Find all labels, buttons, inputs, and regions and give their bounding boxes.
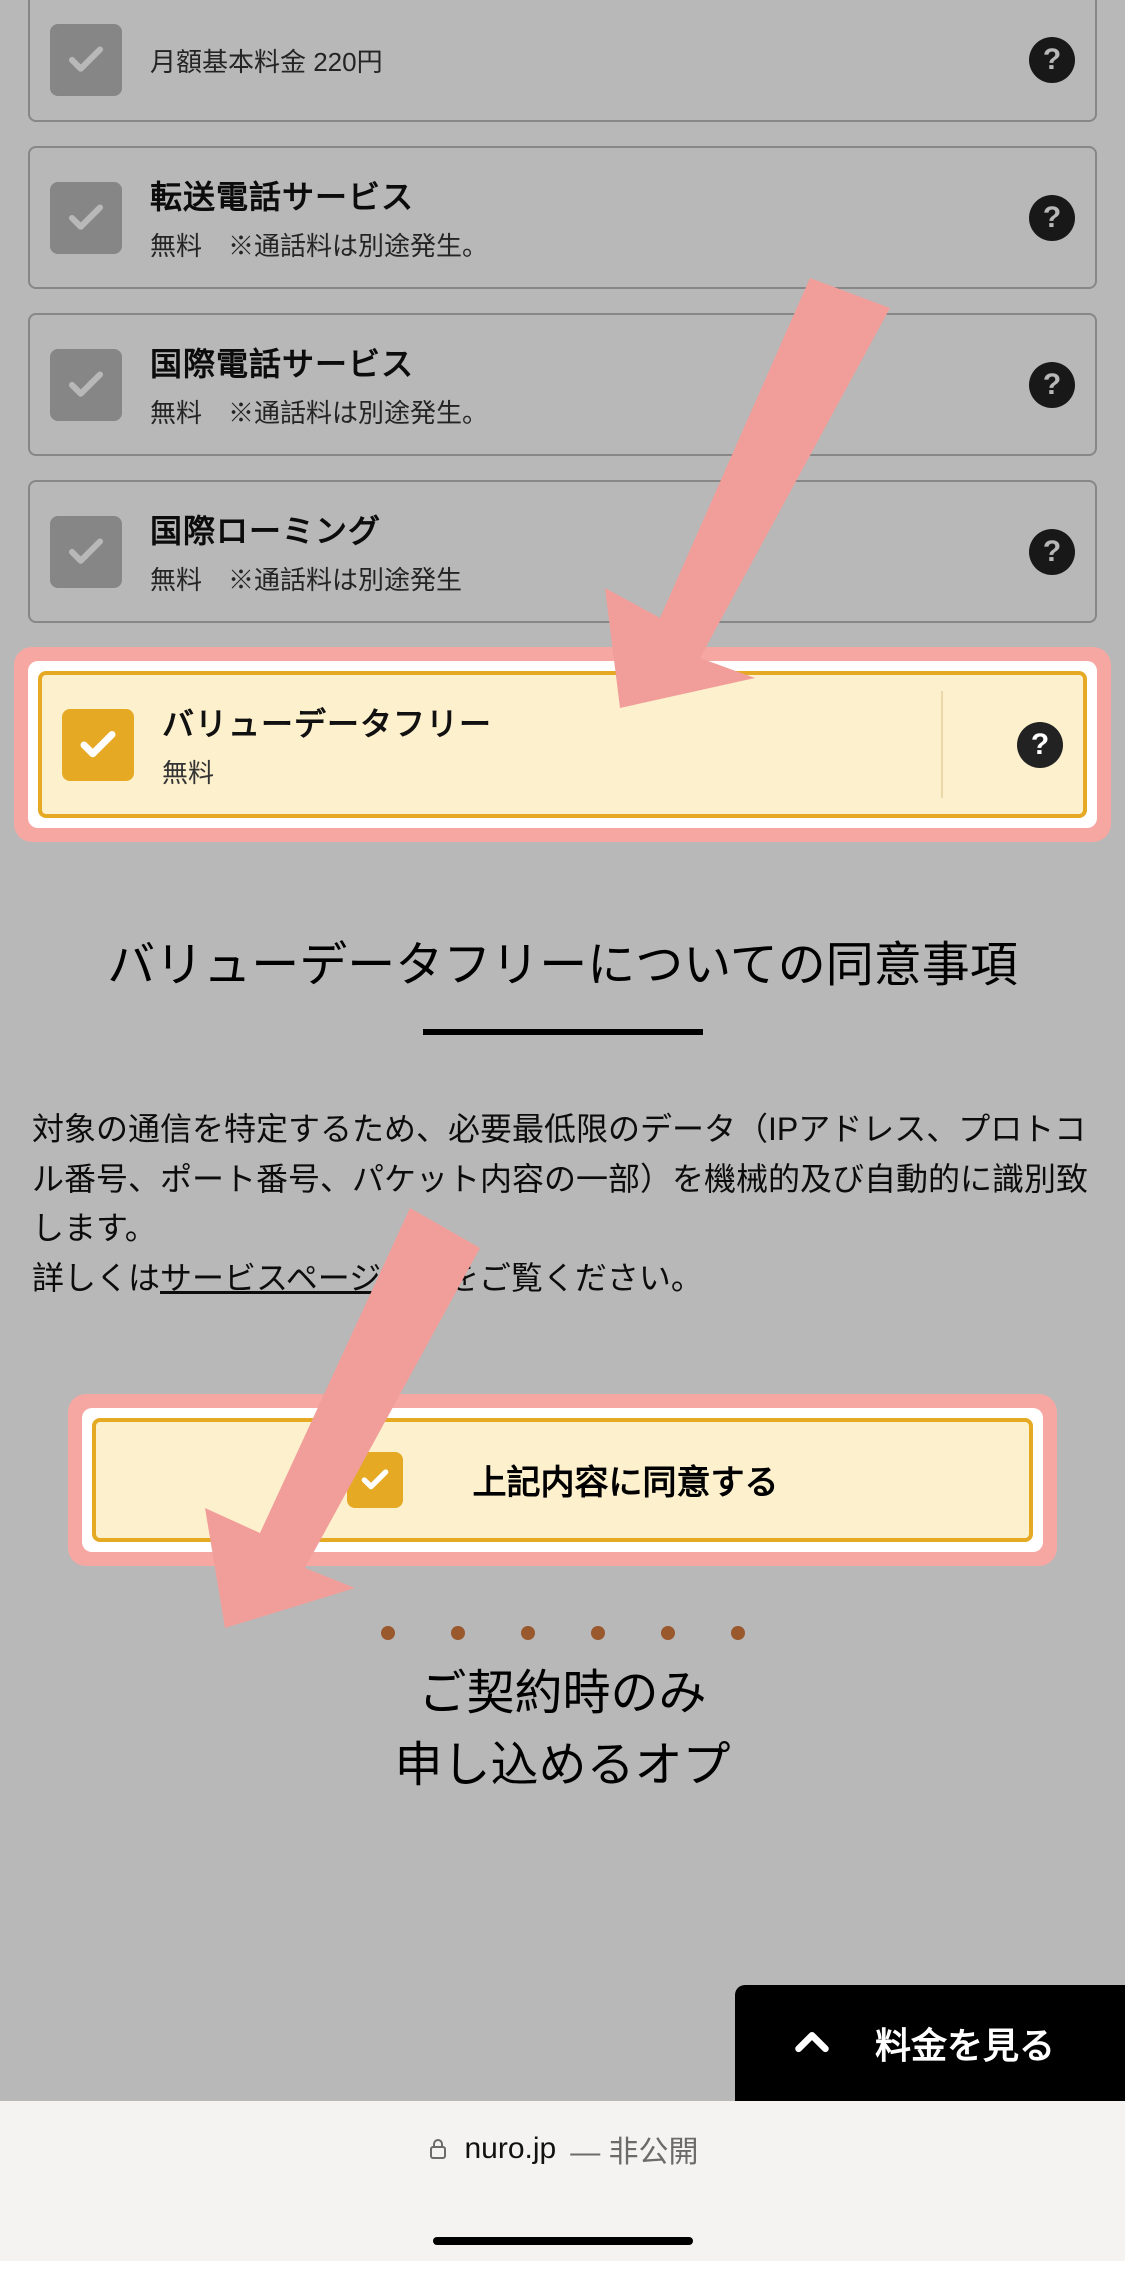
decorative-dots — [28, 1626, 1097, 1640]
checkbox-icon[interactable] — [62, 709, 134, 781]
agree-button-label: 上記内容に同意する — [473, 1455, 779, 1504]
chevron-up-icon — [789, 2020, 835, 2066]
checkbox-icon[interactable] — [50, 182, 122, 254]
agreement-heading: バリューデータフリーについての同意事項 — [48, 932, 1077, 999]
option-subtitle: 無料 — [162, 753, 997, 790]
browser-status: — 非公開 — [570, 2127, 698, 2171]
option-card[interactable]: 月額基本料金 220円 ? — [28, 0, 1097, 122]
checkbox-icon[interactable] — [50, 516, 122, 588]
option-title: 転送電話サービス — [150, 172, 1009, 218]
browser-address-bar[interactable]: nuro.jp — 非公開 — [0, 2101, 1125, 2261]
lock-icon — [426, 2137, 450, 2161]
help-icon[interactable]: ? — [1029, 529, 1075, 575]
checkbox-icon[interactable] — [50, 24, 122, 96]
option-subtitle: 無料 ※通話料は別途発生。 — [150, 226, 1009, 263]
help-icon[interactable]: ? — [1017, 722, 1063, 768]
option-subtitle: 月額基本料金 220円 — [150, 42, 1009, 79]
checkbox-icon[interactable] — [50, 349, 122, 421]
option-card[interactable]: 転送電話サービス 無料 ※通話料は別途発生。 ? — [28, 146, 1097, 289]
annotation-arrow-icon — [200, 1208, 480, 1628]
view-price-button[interactable]: 料金を見る — [735, 1985, 1125, 2101]
help-icon[interactable]: ? — [1029, 37, 1075, 83]
view-price-label: 料金を見る — [875, 2017, 1055, 2069]
help-icon[interactable]: ? — [1029, 362, 1075, 408]
annotation-arrow-icon — [560, 278, 890, 708]
browser-domain: nuro.jp — [464, 2132, 556, 2166]
home-indicator — [433, 2237, 693, 2245]
heading-underline — [423, 1029, 703, 1035]
agreement-body: 対象の通信を特定するため、必要最低限のデータ（IPアドレス、プロトコル番号、ポー… — [28, 1105, 1097, 1303]
section-heading: ご契約時のみ 申し込めるオプ — [28, 1658, 1097, 1802]
help-icon[interactable]: ? — [1029, 195, 1075, 241]
